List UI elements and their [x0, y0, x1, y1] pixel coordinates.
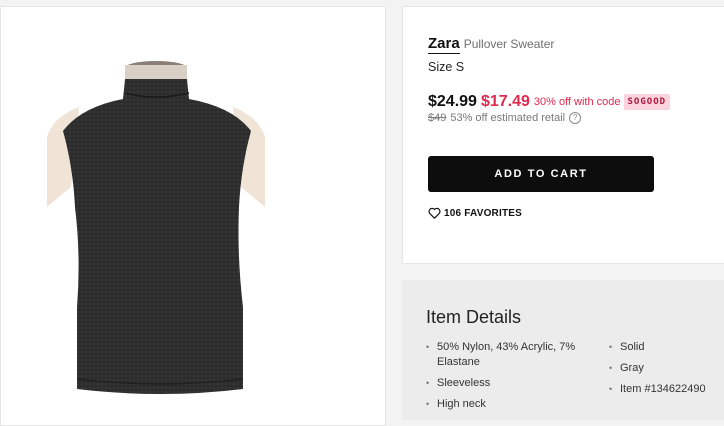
detail-item: • Item #134622490: [609, 382, 724, 397]
retail-discount-label: 53% off estimated retail: [450, 112, 566, 124]
bullet: •: [609, 342, 613, 352]
heart-outline-icon: [428, 207, 441, 219]
brand-link[interactable]: Zara: [428, 35, 460, 54]
item-details-panel: Item Details • 50% Nylon, 43% Acrylic, 7…: [402, 280, 724, 420]
detail-pattern: Solid: [620, 341, 645, 353]
question-circle-icon[interactable]: ?: [569, 112, 582, 124]
brand-row: Zara Pullover Sweater: [428, 35, 555, 54]
details-column-left: • 50% Nylon, 43% Acrylic, 7% Elastane • …: [426, 340, 596, 418]
detail-item: • High neck: [426, 397, 596, 412]
bullet: •: [426, 399, 430, 409]
product-image[interactable]: [1, 7, 387, 414]
retail-price: $49: [428, 112, 447, 124]
item-details-title: Item Details: [426, 307, 522, 327]
detail-neckline: High neck: [437, 398, 486, 410]
detail-item: • Gray: [609, 361, 724, 376]
bullet: •: [609, 384, 613, 394]
current-price: $24.99: [428, 93, 477, 110]
detail-color: Gray: [620, 362, 644, 374]
product-category: Pullover Sweater: [463, 37, 555, 51]
mannequin-neck: [125, 65, 187, 79]
sweater-body: [63, 79, 251, 394]
bullet: •: [426, 342, 430, 352]
favorites-count: 106 FAVORITES: [444, 207, 522, 219]
bullet: •: [426, 378, 430, 388]
detail-item: • Sleeveless: [426, 376, 596, 391]
retail-row: $49 53% off estimated retail ?: [428, 112, 582, 124]
purchase-panel: Zara Pullover Sweater Size S $24.99 $17.4…: [402, 6, 724, 264]
detail-sleeve: Sleeveless: [437, 377, 491, 389]
detail-item: • 50% Nylon, 43% Acrylic, 7% Elastane: [426, 340, 596, 370]
detail-item: • Solid: [609, 340, 724, 355]
price-row: $24.99 $17.49 30% off with code SOGOOD: [428, 93, 671, 111]
add-to-cart-button[interactable]: ADD TO CART: [428, 156, 654, 192]
sale-price: $17.49: [480, 93, 530, 110]
favorites-button[interactable]: 106 FAVORITES: [428, 207, 522, 219]
bullet: •: [609, 363, 613, 373]
promo-text: 30% off with code: [533, 96, 621, 108]
size-label: Size S: [428, 60, 465, 74]
promo-code-badge: SOGOOD: [623, 94, 671, 110]
detail-material: 50% Nylon, 43% Acrylic, 7% Elastane: [437, 341, 576, 368]
detail-item-number: Item #134622490: [620, 383, 706, 395]
product-image-panel: [0, 6, 386, 426]
details-column-right: • Solid • Gray • Item #134622490: [609, 340, 724, 403]
